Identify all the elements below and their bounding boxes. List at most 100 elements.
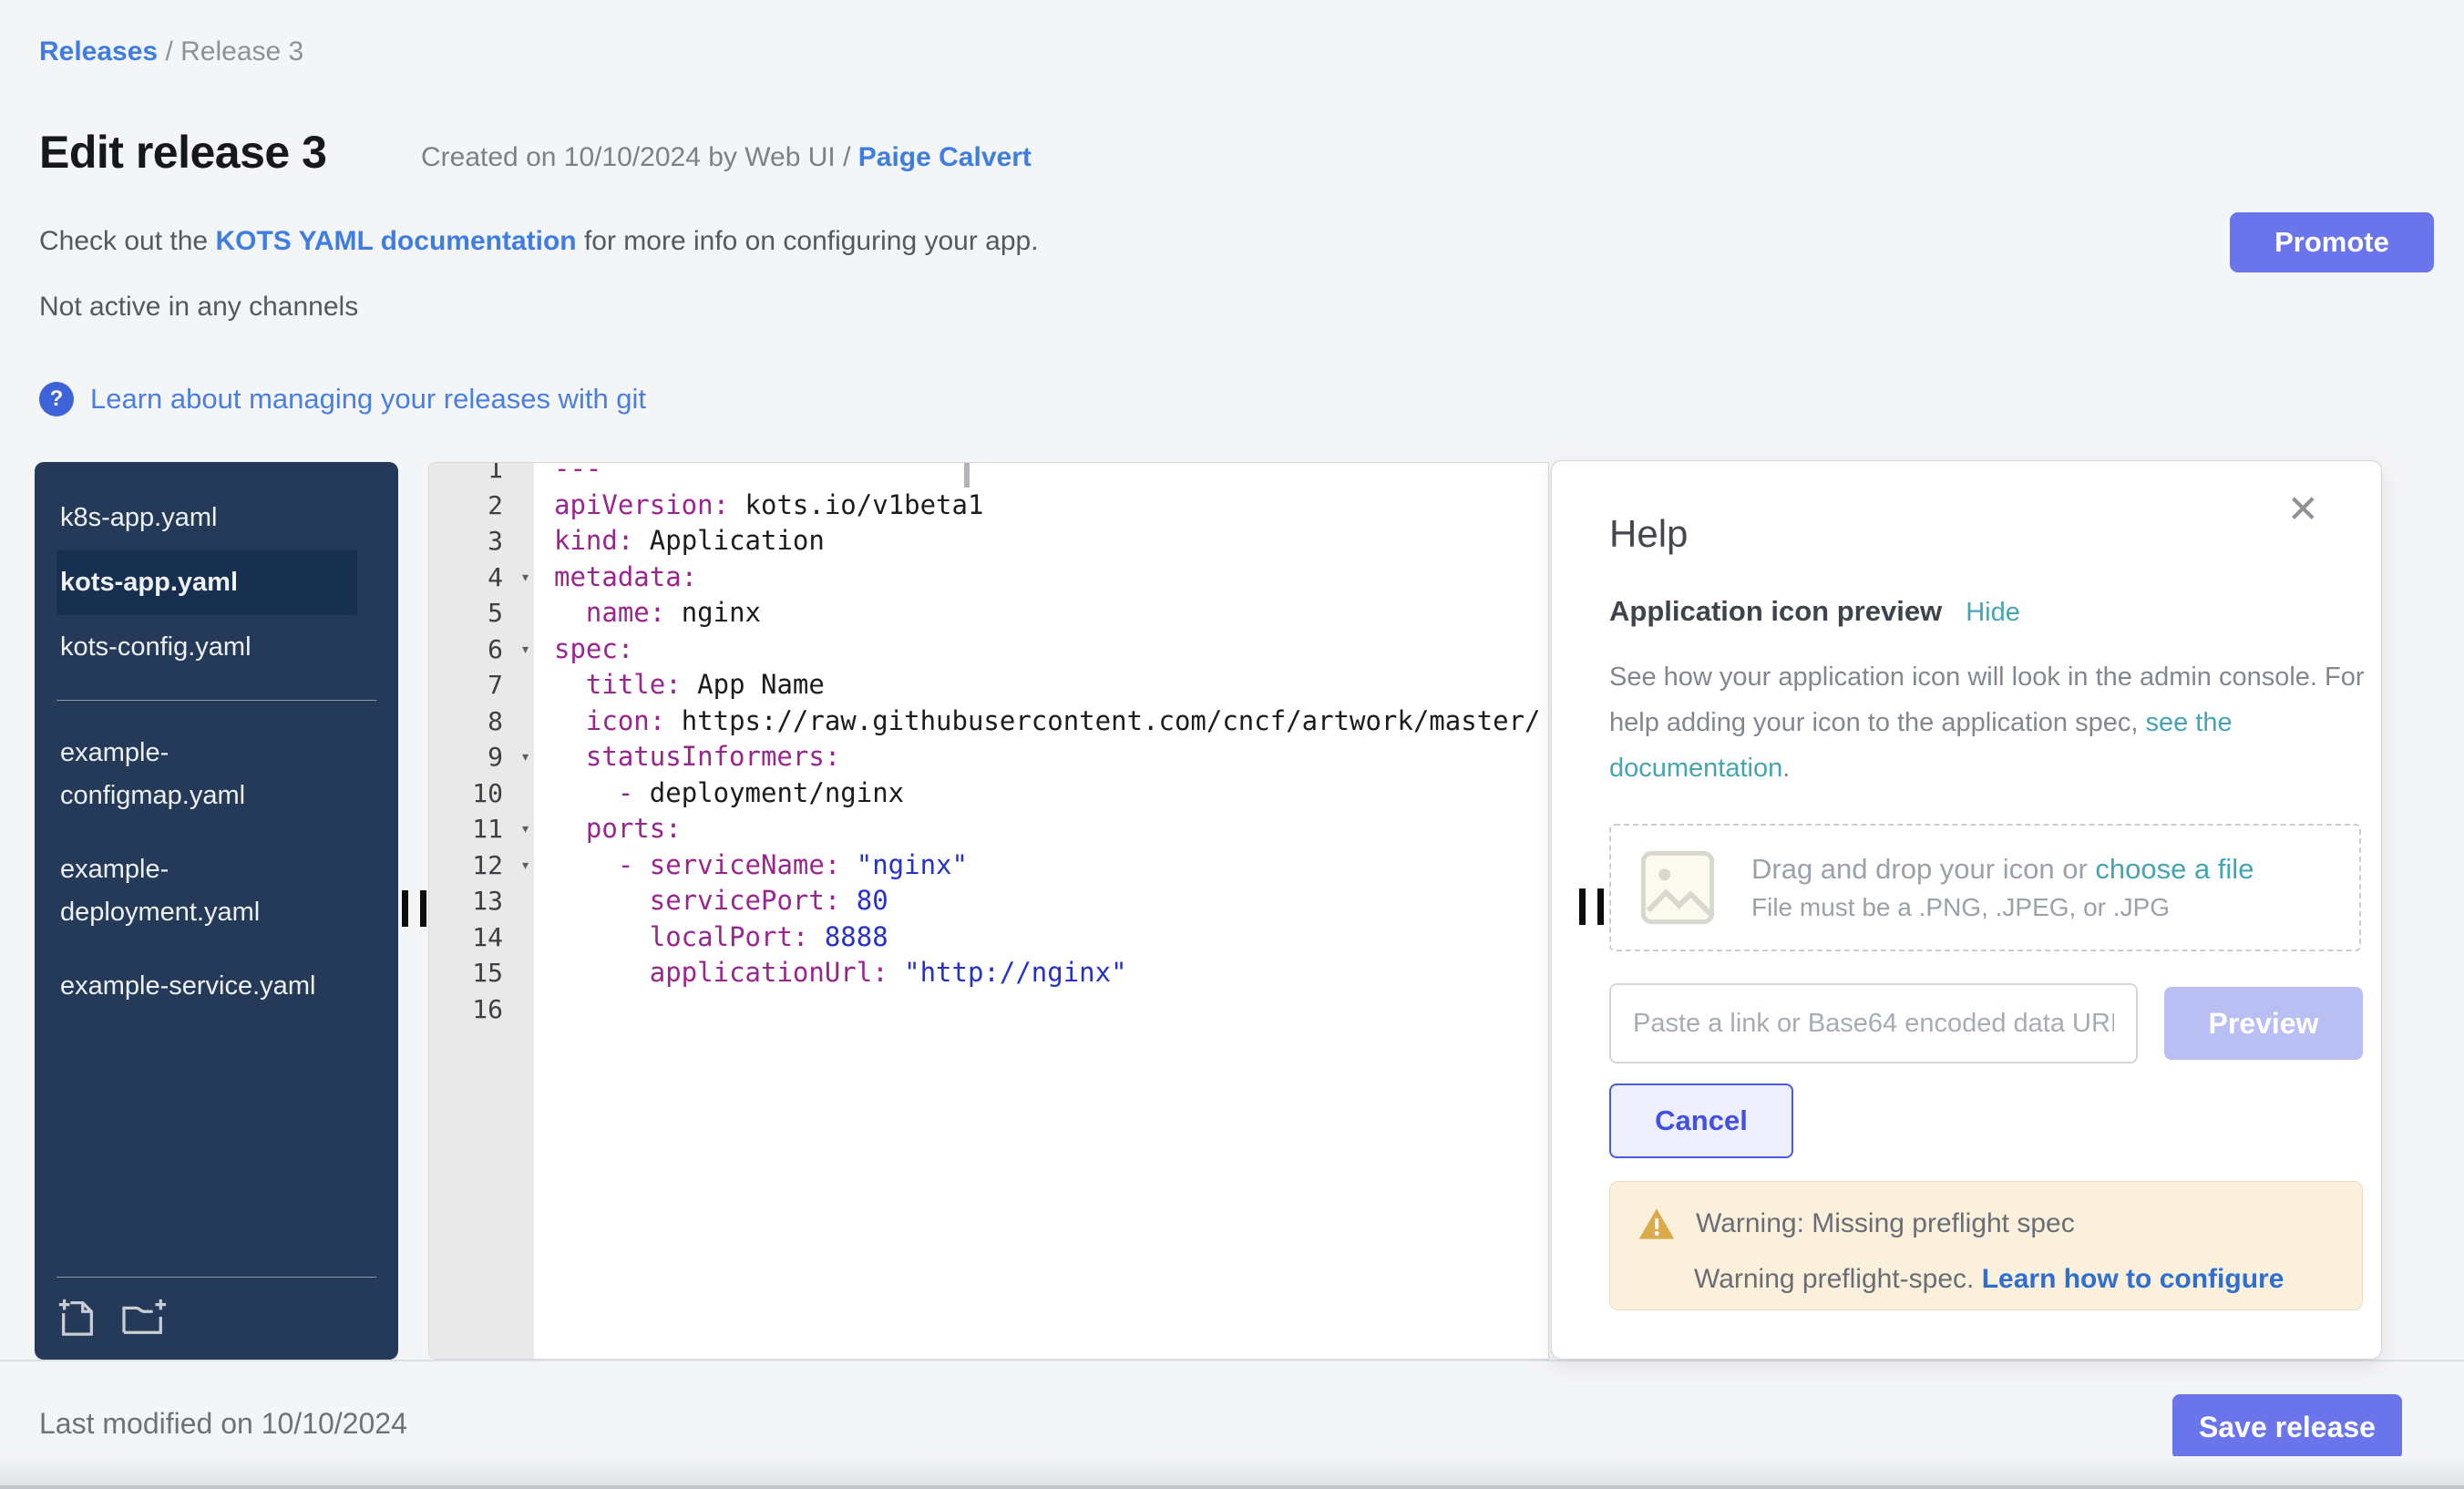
save-release-button[interactable]: Save release [2172,1394,2402,1460]
code-line-row[interactable]: 15 applicationUrl: "http://nginx" [429,955,1548,991]
footer-divider [0,1360,2464,1361]
line-number: 7 [429,667,534,703]
breadcrumb-current: Release 3 [180,36,303,67]
doc-prefix: Check out the [39,226,215,256]
code-line[interactable]: name: nginx [534,595,1548,632]
line-number: 6▾ [429,632,534,668]
close-icon[interactable]: ✕ [2287,487,2319,531]
icon-dropzone[interactable]: Drag and drop your icon or choose a file… [1609,824,2361,951]
git-releases-link[interactable]: Learn about managing your releases with … [90,383,646,416]
code-line-row[interactable]: 7 title: App Name [429,667,1548,703]
code-line-row[interactable]: 8 icon: https://raw.githubusercontent.co… [429,703,1548,740]
code-line-row[interactable]: 12▾ - serviceName: "nginx" [429,847,1548,884]
created-by-link[interactable]: Paige Calvert [858,142,1032,172]
new-file-button[interactable] [56,1296,98,1338]
code-line-row[interactable]: 14 localPort: 8888 [429,919,1548,956]
desc-period: . [1782,754,1790,783]
help-panel-resize-handle[interactable] [1579,888,1610,925]
line-number: 14 [429,919,534,956]
new-file-icon [56,1296,98,1338]
code-line[interactable]: servicePort: 80 [534,883,1548,919]
file-sidebar: k8s-app.yamlkots-app.yamlkots-config.yam… [35,462,398,1360]
code-line[interactable]: - deployment/nginx [534,775,1548,812]
channel-status: Not active in any channels [39,292,358,323]
line-number: 9▾ [429,739,534,775]
code-line-row[interactable]: 13 servicePort: 80 [429,883,1548,919]
line-number: 15 [429,955,534,991]
doc-suffix: for more info on configuring your app. [577,226,1039,256]
fold-arrow-icon[interactable]: ▾ [520,560,530,596]
code-line[interactable]: ports: [534,811,1548,847]
warning-icon [1638,1206,1676,1242]
code-line[interactable]: --- [534,462,1548,488]
line-number: 8 [429,703,534,740]
fold-arrow-icon[interactable]: ▾ [520,811,530,847]
new-folder-button[interactable] [120,1296,169,1338]
code-line[interactable]: spec: [534,632,1548,668]
code-rows: 1---2apiVersion: kots.io/v1beta13kind: A… [429,462,1548,1027]
kots-yaml-doc-link[interactable]: KOTS YAML documentation [215,226,576,256]
code-line-row[interactable]: 11▾ ports: [429,811,1548,847]
dropzone-hint: File must be a .PNG, .JPEG, or .JPG [1751,893,2254,922]
line-number: 3 [429,523,534,560]
file-list-divider [56,700,376,701]
code-line-row[interactable]: 9▾ statusInformers: [429,739,1548,775]
code-line-row[interactable]: 1--- [429,462,1548,488]
page-title: Edit release 3 [39,126,326,179]
image-placeholder-icon [1638,848,1717,927]
icon-preview-description: See how your application icon will look … [1609,654,2366,791]
code-line[interactable]: metadata: [534,560,1548,596]
fold-arrow-icon[interactable]: ▾ [520,847,530,884]
code-line-row[interactable]: 5 name: nginx [429,595,1548,632]
file-list-primary: k8s-app.yamlkots-app.yamlkots-config.yam… [35,486,398,680]
code-line-row[interactable]: 3kind: Application [429,523,1548,560]
code-line-row[interactable]: 16 [429,991,1548,1028]
line-number: 1 [429,462,534,488]
code-line-row[interactable]: 4▾metadata: [429,560,1548,596]
help-panel: ✕ Help Application icon preview Hide See… [1551,460,2382,1360]
file-item[interactable]: example-configmap.yaml [56,721,357,828]
icon-preview-section-title: Application icon preview [1609,595,1942,628]
warning-configure-link[interactable]: Learn how to configure [1982,1264,2284,1294]
warning-title: Warning: Missing preflight spec [1696,1208,2075,1239]
code-line[interactable]: localPort: 8888 [534,919,1548,956]
help-title: Help [1609,512,1688,556]
file-item[interactable]: kots-config.yaml [56,615,357,680]
git-help-row: ? Learn about managing your releases wit… [39,382,646,416]
last-modified-text: Last modified on 10/10/2024 [39,1407,407,1441]
code-line[interactable]: - serviceName: "nginx" [534,847,1548,884]
code-line-row[interactable]: 2apiVersion: kots.io/v1beta1 [429,488,1548,524]
code-line[interactable]: applicationUrl: "http://nginx" [534,955,1548,991]
dropzone-text: Drag and drop your icon or [1751,853,2095,885]
fold-arrow-icon[interactable]: ▾ [520,632,530,668]
yaml-editor[interactable]: 1---2apiVersion: kots.io/v1beta13kind: A… [428,462,1549,1360]
file-item[interactable]: k8s-app.yaml [56,486,357,550]
created-line: Created on 10/10/2024 by Web UI / Paige … [421,142,1032,173]
line-number: 5 [429,595,534,632]
code-line[interactable]: kind: Application [534,523,1548,560]
file-item[interactable]: example-service.yaml [56,954,357,1019]
code-line-row[interactable]: 6▾spec: [429,632,1548,668]
file-item[interactable]: example-deployment.yaml [56,837,357,945]
line-number: 13 [429,883,534,919]
fold-arrow-icon[interactable]: ▾ [520,739,530,775]
cancel-button[interactable]: Cancel [1609,1083,1793,1158]
warning-body-text: Warning preflight-spec. [1694,1264,1982,1294]
code-line-row[interactable]: 10 - deployment/nginx [429,775,1548,812]
line-number: 16 [429,991,534,1028]
code-line[interactable]: icon: https://raw.githubusercontent.com/… [534,703,1548,740]
breadcrumb-releases-link[interactable]: Releases [39,36,158,67]
promote-button[interactable]: Promote [2230,212,2434,272]
icon-url-input[interactable] [1609,983,2138,1063]
text-caret [964,463,970,488]
code-line[interactable]: apiVersion: kots.io/v1beta1 [534,488,1548,524]
file-item[interactable]: kots-app.yaml [56,550,357,615]
sidebar-resize-handle[interactable] [402,890,433,927]
hide-link[interactable]: Hide [1966,598,2020,628]
code-line[interactable]: title: App Name [534,667,1548,703]
line-number: 2 [429,488,534,524]
choose-file-link[interactable]: choose a file [2095,853,2254,885]
preview-button[interactable]: Preview [2164,987,2363,1060]
code-line[interactable]: statusInformers: [534,739,1548,775]
sidebar-bottom-divider [56,1277,376,1278]
